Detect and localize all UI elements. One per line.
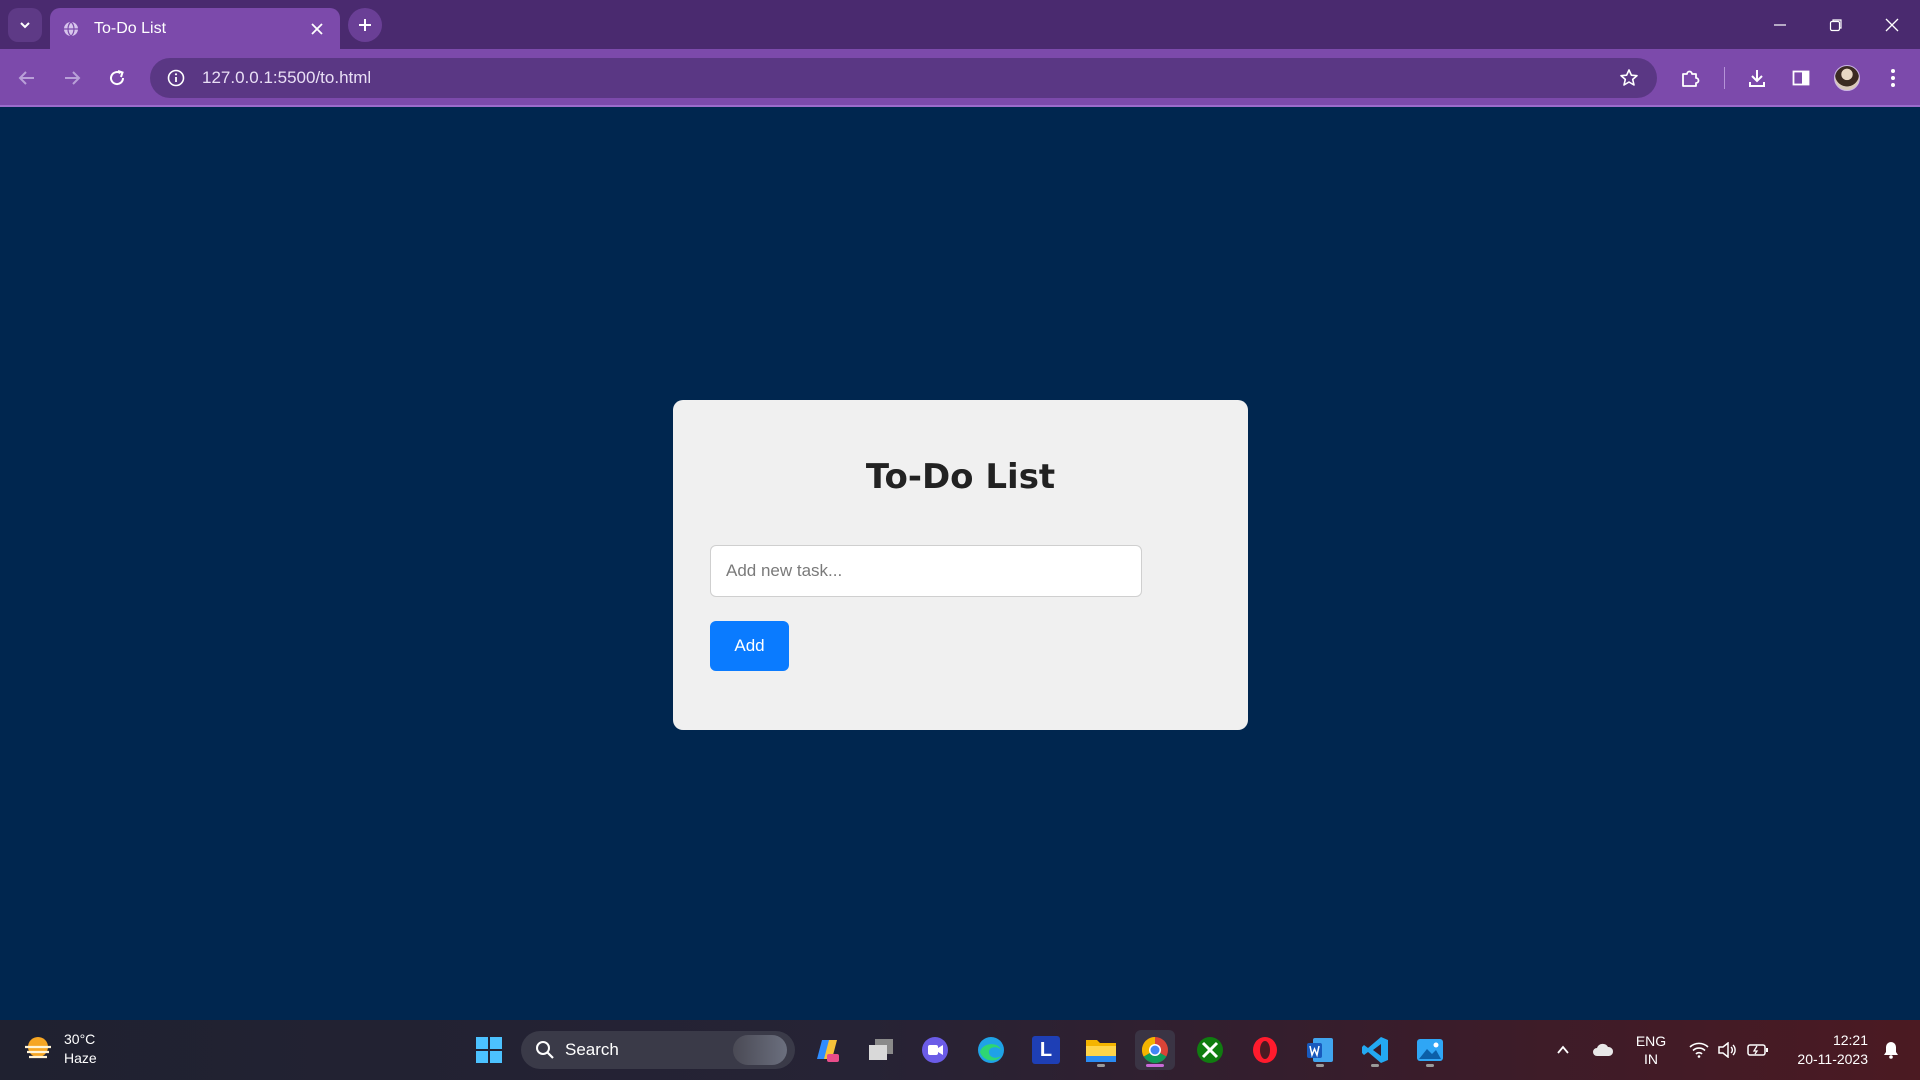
taskbar-search[interactable]: Search (521, 1031, 795, 1069)
arrow-left-icon (18, 71, 34, 85)
language-indicator[interactable]: ENG IN (1630, 1020, 1672, 1080)
vscode-icon[interactable] (1355, 1030, 1395, 1070)
profile-avatar[interactable] (1830, 61, 1864, 95)
running-indicator (1097, 1064, 1105, 1067)
l-app-icon[interactable]: L (1026, 1030, 1066, 1070)
system-clock[interactable]: 12:21 20-11-2023 (1780, 1020, 1868, 1080)
address-bar[interactable]: 127.0.0.1:5500/to.html (150, 58, 1657, 98)
battery-icon[interactable] (1744, 1020, 1772, 1080)
edge-icon[interactable] (971, 1030, 1011, 1070)
todo-card: To-Do List Add (673, 400, 1248, 730)
menu-icon[interactable] (1876, 61, 1910, 95)
copilot-icon[interactable] (806, 1030, 846, 1070)
close-window-button[interactable] (1864, 0, 1920, 49)
toolbar-divider (1724, 67, 1725, 89)
reload-button[interactable] (100, 61, 134, 95)
weather-widget[interactable]: 30°C Haze (22, 1030, 97, 1068)
windows-taskbar: 30°C Haze Search L ENG IN 12:21 20-11-20… (0, 1020, 1920, 1080)
word-icon[interactable] (1300, 1030, 1340, 1070)
search-icon (536, 1041, 554, 1059)
page-viewport: To-Do List Add (0, 107, 1920, 1020)
meet-icon[interactable] (915, 1030, 955, 1070)
clock-date: 20-11-2023 (1797, 1051, 1868, 1067)
arrow-right-icon (65, 71, 81, 85)
avatar (1834, 65, 1860, 91)
add-task-button[interactable]: Add (710, 621, 789, 671)
chevron-down-icon (20, 22, 30, 29)
browser-toolbar: 127.0.0.1:5500/to.html (0, 49, 1920, 107)
running-indicator (1316, 1064, 1324, 1067)
xbox-icon[interactable] (1190, 1030, 1230, 1070)
reload-icon (110, 70, 125, 86)
task-view-icon[interactable] (861, 1030, 901, 1070)
restore-button[interactable] (1808, 0, 1864, 49)
haze-sun-icon (25, 1037, 51, 1059)
download-icon[interactable] (1740, 61, 1774, 95)
extensions-icon[interactable] (1673, 61, 1707, 95)
active-indicator (1146, 1064, 1164, 1067)
notification-bell-icon[interactable] (1874, 1020, 1908, 1080)
minimize-button[interactable] (1752, 0, 1808, 49)
minimize-icon (1774, 23, 1786, 26)
opera-icon[interactable] (1245, 1030, 1285, 1070)
weather-temp: 30°C (64, 1031, 96, 1047)
region-code: IN (1644, 1051, 1658, 1067)
search-highlight-image (733, 1035, 787, 1065)
tab-title: To-Do List (94, 19, 167, 37)
wifi-icon[interactable] (1684, 1020, 1714, 1080)
volume-icon[interactable] (1714, 1020, 1740, 1080)
close-icon (1885, 18, 1899, 31)
search-label: Search (565, 1040, 619, 1059)
side-panel-icon[interactable] (1784, 61, 1818, 95)
site-info-icon[interactable] (156, 58, 196, 98)
language-code: ENG (1635, 1033, 1667, 1049)
page-title: To-Do List (865, 457, 1056, 497)
window-controls (1752, 0, 1920, 49)
tab-search-button[interactable] (8, 8, 42, 42)
globe-icon (62, 20, 80, 38)
chrome-icon[interactable] (1135, 1030, 1175, 1070)
running-indicator (1426, 1064, 1434, 1067)
forward-button[interactable] (55, 61, 89, 95)
back-button[interactable] (10, 61, 44, 95)
bookmark-star-icon[interactable] (1609, 58, 1649, 98)
chevron-up-icon (1557, 1045, 1569, 1054)
browser-tab[interactable]: To-Do List (50, 8, 340, 49)
plus-icon (359, 19, 371, 31)
close-icon[interactable] (306, 18, 328, 40)
new-tab-button[interactable] (348, 8, 382, 42)
show-hidden-icons-button[interactable] (1549, 1020, 1577, 1080)
weather-condition: Haze (64, 1050, 97, 1066)
url-text[interactable]: 127.0.0.1:5500/to.html (202, 68, 1609, 88)
photos-icon[interactable] (1410, 1030, 1450, 1070)
running-indicator (1371, 1064, 1379, 1067)
restore-icon (1829, 18, 1842, 31)
task-input[interactable] (710, 545, 1142, 597)
windows-logo-icon (476, 1037, 502, 1063)
file-explorer-icon[interactable] (1081, 1030, 1121, 1070)
start-button[interactable] (469, 1030, 509, 1070)
clock-time: 12:21 (1832, 1032, 1868, 1048)
onedrive-cloud-icon[interactable] (1588, 1020, 1618, 1080)
browser-tabstrip: To-Do List (0, 0, 1920, 49)
